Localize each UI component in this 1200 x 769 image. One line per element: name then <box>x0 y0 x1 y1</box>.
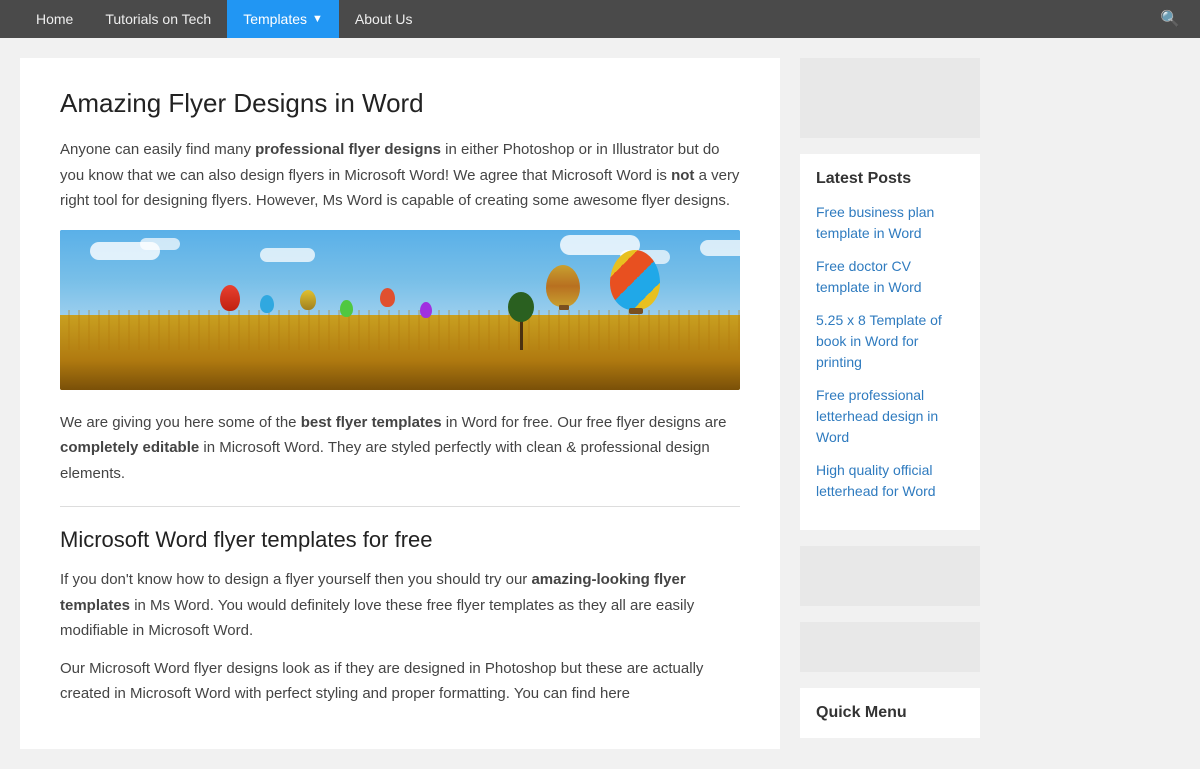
body-bold-1: best flyer templates <box>301 414 442 431</box>
quick-menu-title: Quick Menu <box>816 704 964 722</box>
intro-not: not <box>671 167 694 184</box>
nav-about[interactable]: About Us <box>339 0 429 38</box>
main-content: Amazing Flyer Designs in Word Anyone can… <box>20 58 780 749</box>
list-item: Free professional letterhead design in W… <box>816 385 964 448</box>
list-item: High quality official letterhead for Wor… <box>816 460 964 502</box>
page-wrapper: Amazing Flyer Designs in Word Anyone can… <box>0 38 1200 769</box>
hero-image <box>60 230 740 390</box>
sidebar-ad-mid <box>800 546 980 606</box>
s2-text-pre: If you don't know how to design a flyer … <box>60 571 531 588</box>
nav-links: Home Tutorials on Tech Templates ▼ About… <box>20 0 429 38</box>
nav-tutorials[interactable]: Tutorials on Tech <box>89 0 227 38</box>
intro-paragraph-1: Anyone can easily find many professional… <box>60 137 740 214</box>
body-text-mid: in Word for free. Our free flyer designs… <box>442 414 727 431</box>
post-link-5[interactable]: High quality official letterhead for Wor… <box>816 460 964 502</box>
chevron-down-icon: ▼ <box>312 13 323 25</box>
section2-title: Microsoft Word flyer templates for free <box>60 527 740 553</box>
list-item: 5.25 x 8 Template of book in Word for pr… <box>816 310 964 373</box>
sidebar-ad-mid2 <box>800 622 980 672</box>
intro-text-pre: Anyone can easily find many <box>60 141 255 158</box>
list-item: Free business plan template in Word <box>816 202 964 244</box>
post-link-1[interactable]: Free business plan template in Word <box>816 202 964 244</box>
quick-menu-box: Quick Menu <box>800 688 980 738</box>
post-link-3[interactable]: 5.25 x 8 Template of book in Word for pr… <box>816 310 964 373</box>
post-link-2[interactable]: Free doctor CV template in Word <box>816 256 964 298</box>
section2-paragraph-1: If you don't know how to design a flyer … <box>60 567 740 644</box>
nav-templates[interactable]: Templates ▼ <box>227 0 339 38</box>
post-link-4[interactable]: Free professional letterhead design in W… <box>816 385 964 448</box>
latest-posts-list: Free business plan template in Word Free… <box>816 202 964 502</box>
body-paragraph-1: We are giving you here some of the best … <box>60 410 740 487</box>
main-nav: Home Tutorials on Tech Templates ▼ About… <box>0 0 1200 38</box>
sidebar: Latest Posts Free business plan template… <box>800 58 980 749</box>
body-bold-2: completely editable <box>60 439 199 456</box>
body-text-pre: We are giving you here some of the <box>60 414 301 431</box>
nav-home[interactable]: Home <box>20 0 89 38</box>
sidebar-ad-top <box>800 58 980 138</box>
latest-posts-box: Latest Posts Free business plan template… <box>800 154 980 530</box>
search-icon[interactable]: 🔍 <box>1160 9 1180 29</box>
intro-bold-1: professional flyer designs <box>255 141 441 158</box>
page-title: Amazing Flyer Designs in Word <box>60 88 740 119</box>
latest-posts-title: Latest Posts <box>816 170 964 188</box>
s2-text-mid: in Ms Word. You would definitely love th… <box>60 597 694 640</box>
list-item: Free doctor CV template in Word <box>816 256 964 298</box>
section-divider <box>60 506 740 507</box>
section2-paragraph-2: Our Microsoft Word flyer designs look as… <box>60 656 740 707</box>
nav-templates-label: Templates <box>243 11 307 27</box>
